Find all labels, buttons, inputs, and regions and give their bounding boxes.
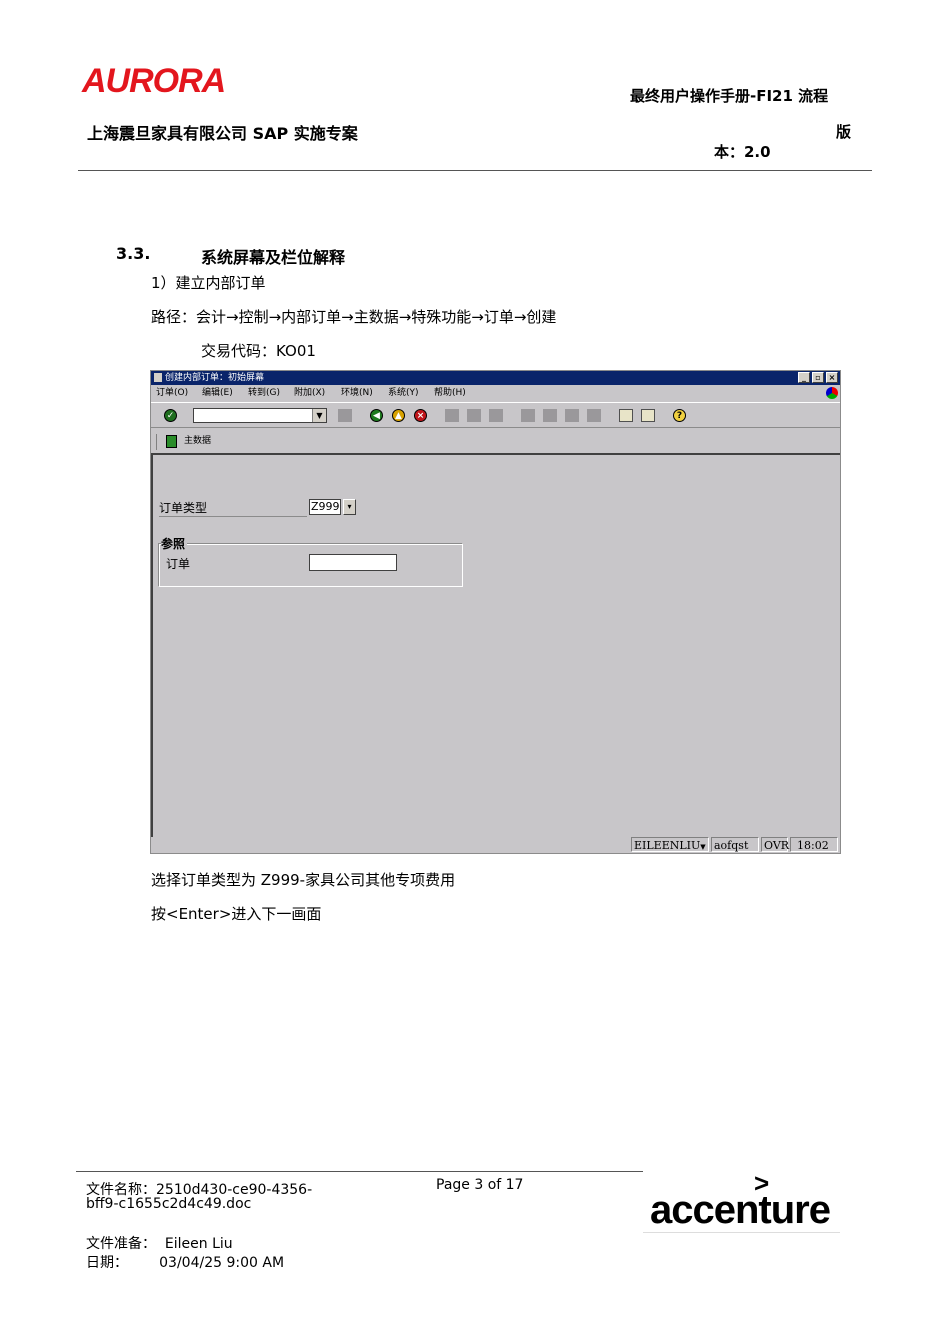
toolbar-separator — [156, 434, 157, 450]
menu-help[interactable]: 帮助(H) — [434, 385, 466, 401]
menu-bar: 订单(O) 编辑(E) 转到(G) 附加(X) 环境(N) 系统(Y) 帮助(H… — [151, 385, 840, 401]
save-icon[interactable] — [338, 409, 352, 422]
window-icon — [154, 373, 162, 382]
enter-check-icon[interactable]: ✓ — [164, 409, 177, 422]
status-bar: EILEENLIU▼ aofqst OVR 18:02 — [151, 837, 840, 853]
status-time: 18:02 — [790, 837, 838, 852]
status-user-dropdown-icon[interactable]: ▼ — [700, 843, 705, 851]
logo-underline — [643, 1232, 840, 1233]
manual-title: 最终用户操作手册-FI21 流程 — [630, 87, 829, 105]
master-data-button[interactable]: 主数据 — [184, 434, 211, 448]
order-input[interactable] — [309, 554, 397, 571]
note-press-enter: 按<Enter>进入下一画面 — [151, 905, 322, 923]
menu-goto[interactable]: 转到(G) — [248, 385, 280, 401]
menu-order[interactable]: 订单(O) — [156, 385, 188, 401]
prepared-by: 文件准备： Eileen Liu — [86, 1236, 233, 1252]
back-icon[interactable]: ◀ — [370, 409, 383, 422]
restore-icon[interactable]: ▫ — [812, 372, 824, 383]
menu-environment[interactable]: 环境(N) — [341, 385, 373, 401]
sap-window: 创建内部订单：初始屏幕 _ ▫ × 订单(O) 编辑(E) 转到(G) 附加(X… — [150, 370, 841, 854]
new-session-icon[interactable] — [619, 409, 633, 422]
menu-edit[interactable]: 编辑(E) — [202, 385, 233, 401]
master-data-icon[interactable] — [166, 435, 177, 448]
exit-icon[interactable]: ▲ — [392, 409, 405, 422]
version-label-part1: 版 — [836, 123, 852, 141]
menu-extras[interactable]: 附加(X) — [294, 385, 325, 401]
print-icon[interactable] — [445, 409, 459, 422]
possible-entries-icon[interactable]: ▾ — [343, 499, 356, 515]
status-mode[interactable]: OVR — [761, 837, 789, 852]
help-icon[interactable]: ? — [673, 409, 686, 422]
command-field[interactable]: ▼ — [193, 408, 327, 423]
note-order-type: 选择订单类型为 Z999-家具公司其他专项费用 — [151, 871, 456, 889]
minimize-icon[interactable]: _ — [798, 372, 810, 383]
menu-path: 路径：会计→控制→内部订单→主数据→特殊功能→订单→创建 — [151, 308, 557, 326]
file-name-continued: bff9-c1655c2d4c49.doc — [86, 1196, 252, 1212]
section-title: 系统屏幕及栏位解释 — [201, 248, 346, 267]
reference-group-title: 参照 — [161, 535, 188, 552]
aurora-logo: AURORA — [82, 62, 226, 100]
last-page-icon[interactable] — [587, 409, 601, 422]
accenture-logo: accenture — [650, 1188, 831, 1232]
chevron-down-icon[interactable]: ▼ — [312, 409, 326, 422]
previous-page-icon[interactable] — [543, 409, 557, 422]
cancel-icon[interactable]: × — [414, 409, 427, 422]
menu-system[interactable]: 系统(Y) — [388, 385, 419, 401]
next-page-icon[interactable] — [565, 409, 579, 422]
header-divider — [78, 170, 872, 171]
order-type-label: 订单类型 — [159, 501, 208, 515]
application-toolbar: 主数据 — [151, 429, 840, 455]
sap-titlebar: 创建内部订单：初始屏幕 _ ▫ × — [151, 371, 840, 385]
system-toolbar: ✓ ▼ ◀ ▲ × ? — [151, 402, 840, 428]
step-text: 1）建立内部订单 — [151, 274, 266, 292]
order-label: 订单 — [166, 557, 191, 571]
section-number: 3.3. — [116, 244, 151, 263]
find-next-icon[interactable] — [489, 409, 503, 422]
sap-content-area: 订单类型 Z999 ▾ 参照 订单 — [151, 455, 840, 837]
status-user-text: EILEENLIU — [634, 839, 701, 852]
footer-divider — [76, 1171, 643, 1172]
order-type-underline — [159, 516, 307, 517]
shortcut-icon[interactable] — [641, 409, 655, 422]
transaction-code: 交易代码：KO01 — [201, 342, 316, 360]
first-page-icon[interactable] — [521, 409, 535, 422]
version-label-part2: 本：2.0 — [714, 143, 771, 161]
order-type-input[interactable]: Z999 — [309, 499, 341, 515]
sap-logo-icon — [826, 387, 838, 399]
close-icon[interactable]: × — [826, 372, 838, 383]
find-icon[interactable] — [467, 409, 481, 422]
page-number: Page 3 of 17 — [436, 1177, 524, 1193]
document-date: 日期： 03/04/25 9:00 AM — [86, 1255, 285, 1271]
company-project: 上海震旦家具有限公司 SAP 实施专案 — [87, 124, 358, 143]
window-title: 创建内部订单：初始屏幕 — [165, 373, 265, 383]
status-server: aofqst — [711, 837, 759, 852]
status-user[interactable]: EILEENLIU▼ — [631, 837, 709, 852]
